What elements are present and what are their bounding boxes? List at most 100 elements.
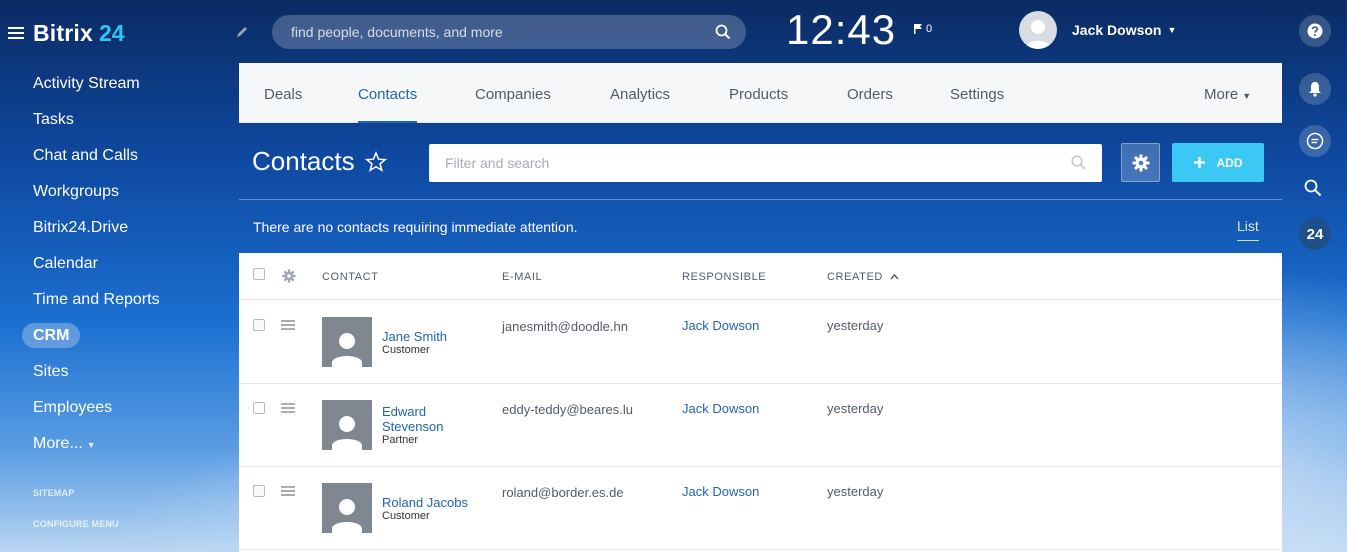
filter-placeholder: Filter and search <box>445 155 550 171</box>
contact-photo[interactable] <box>322 400 372 450</box>
flag-counter[interactable]: 0 <box>914 23 932 35</box>
add-button[interactable]: ADD <box>1172 143 1264 182</box>
brand[interactable]: Bitrix 24 <box>8 18 125 48</box>
sitemap-link[interactable]: SITEMAP <box>33 488 74 498</box>
sidebar-item-crm[interactable]: CRM <box>0 318 239 354</box>
configure-menu-link[interactable]: CONFIGURE MENU <box>33 519 119 529</box>
crm-tabs: Deals Contacts Companies Analytics Produ… <box>239 63 1282 123</box>
sidebar-item-chat-and-calls[interactable]: Chat and Calls <box>0 138 239 174</box>
search-icon[interactable] <box>715 24 731 40</box>
created-date: yesterday <box>827 484 884 499</box>
plus-icon <box>1193 157 1205 168</box>
sidebar-menu: Activity Stream Tasks Chat and Calls Wor… <box>0 66 239 462</box>
sidebar-item-drive[interactable]: Bitrix24.Drive <box>0 210 239 246</box>
tab-deals[interactable]: Deals <box>264 63 302 123</box>
responsible-link[interactable]: Jack Dowson <box>682 318 759 333</box>
chevron-down-icon: ▼ <box>1242 91 1252 101</box>
tab-products[interactable]: Products <box>729 63 788 123</box>
contact-name-link[interactable]: Edward Stevenson <box>382 404 472 434</box>
sidebar-item-sites[interactable]: Sites <box>0 354 239 390</box>
sidebar-item-activity-stream[interactable]: Activity Stream <box>0 66 239 102</box>
sidebar-item-tasks[interactable]: Tasks <box>0 102 239 138</box>
sidebar-item-label: CRM <box>22 323 81 348</box>
avatar[interactable] <box>1019 11 1057 49</box>
column-header-created[interactable]: CREATED <box>827 271 899 283</box>
row-checkbox[interactable] <box>253 319 265 331</box>
column-header-responsible[interactable]: RESPONSIBLE <box>682 271 766 283</box>
sidebar-item-label: Workgroups <box>33 183 119 200</box>
column-header-contact[interactable]: CONTACT <box>322 271 379 283</box>
contact-email[interactable]: janesmith@doodle.hn <box>502 319 628 334</box>
contact-name-link[interactable]: Jane Smith <box>382 329 472 344</box>
sidebar-item-label: Time and Reports <box>33 291 160 308</box>
tab-more[interactable]: More ▼ <box>1204 63 1251 123</box>
right-rail: 24 <box>1282 0 1347 552</box>
row-checkbox[interactable] <box>253 402 265 414</box>
flag-count: 0 <box>926 23 933 35</box>
table-row[interactable]: Edward Stevenson Partner eddy-teddy@bear… <box>239 384 1282 467</box>
sidebar-item-time-and-reports[interactable]: Time and Reports <box>0 282 239 318</box>
bitrix24-button[interactable]: 24 <box>1299 218 1331 250</box>
notifications-button[interactable] <box>1299 73 1331 105</box>
contact-name-link[interactable]: Roland Jacobs <box>382 495 472 510</box>
responsible-link[interactable]: Jack Dowson <box>682 401 759 416</box>
tab-orders[interactable]: Orders <box>847 63 893 123</box>
chat-button[interactable] <box>1299 125 1331 157</box>
created-date: yesterday <box>827 401 884 416</box>
sidebar-item-more[interactable]: More... ▼ <box>0 426 239 462</box>
filter-search-input[interactable]: Filter and search <box>429 144 1102 182</box>
question-icon <box>1307 23 1323 39</box>
sidebar-item-label: Activity Stream <box>33 75 140 92</box>
tab-companies[interactable]: Companies <box>475 63 551 123</box>
table-row[interactable]: Jane Smith Customer janesmith@doodle.hn … <box>239 301 1282 384</box>
user-icon <box>332 499 362 533</box>
contact-type: Customer <box>382 510 430 522</box>
drag-handle-icon[interactable] <box>281 320 295 330</box>
user-icon <box>1025 20 1051 49</box>
rail-search-button[interactable] <box>1304 179 1322 202</box>
contact-type: Customer <box>382 344 430 356</box>
hamburger-menu-icon[interactable] <box>8 27 24 39</box>
global-search-placeholder: find people, documents, and more <box>291 24 503 40</box>
drag-handle-icon[interactable] <box>281 403 295 413</box>
row-checkbox[interactable] <box>253 485 265 497</box>
contact-email[interactable]: eddy-teddy@beares.lu <box>502 402 633 417</box>
sidebar-item-employees[interactable]: Employees <box>0 390 239 426</box>
column-header-created-label: CREATED <box>827 271 883 283</box>
chevron-down-icon: ▼ <box>1167 25 1177 35</box>
star-icon[interactable] <box>364 150 387 173</box>
sidebar-item-workgroups[interactable]: Workgroups <box>0 174 239 210</box>
user-menu[interactable]: Jack Dowson ▼ <box>1019 11 1176 49</box>
settings-button[interactable] <box>1121 143 1160 182</box>
drag-handle-icon[interactable] <box>281 486 295 496</box>
responsible-link[interactable]: Jack Dowson <box>682 484 759 499</box>
tab-settings[interactable]: Settings <box>950 63 1004 123</box>
divider <box>239 199 1282 200</box>
sidebar-item-label: Employees <box>33 399 113 416</box>
sidebar-item-label: Sites <box>33 363 69 380</box>
tab-more-label: More <box>1204 86 1239 103</box>
tab-analytics[interactable]: Analytics <box>610 63 670 123</box>
gear-icon[interactable] <box>282 269 296 283</box>
user-icon <box>332 416 362 450</box>
select-all-checkbox[interactable] <box>253 268 265 280</box>
page-title-text: Contacts <box>252 146 355 176</box>
table-row[interactable]: Roland Jacobs Customer roland@border.es.… <box>239 467 1282 550</box>
tab-contacts[interactable]: Contacts <box>358 63 418 123</box>
grid-header: CONTACT E-MAIL RESPONSIBLE CREATED <box>239 253 1282 300</box>
global-search-input[interactable]: find people, documents, and more <box>272 15 746 49</box>
sidebar-item-calendar[interactable]: Calendar <box>0 246 239 282</box>
sidebar-item-label: Chat and Calls <box>33 147 138 164</box>
brand-name: Bitrix <box>33 19 93 46</box>
clock[interactable]: 12:43 <box>786 6 896 54</box>
view-list-toggle[interactable]: List <box>1237 218 1259 241</box>
contact-email[interactable]: roland@border.es.de <box>502 485 624 500</box>
contact-photo[interactable] <box>322 317 372 367</box>
column-header-email[interactable]: E-MAIL <box>502 271 542 283</box>
contacts-grid: CONTACT E-MAIL RESPONSIBLE CREATED Jane … <box>239 253 1282 552</box>
help-button[interactable] <box>1299 15 1331 47</box>
sidebar-item-label: More... <box>33 435 83 452</box>
contact-photo[interactable] <box>322 483 372 533</box>
search-icon[interactable] <box>1071 155 1086 170</box>
pencil-icon[interactable] <box>235 25 249 39</box>
